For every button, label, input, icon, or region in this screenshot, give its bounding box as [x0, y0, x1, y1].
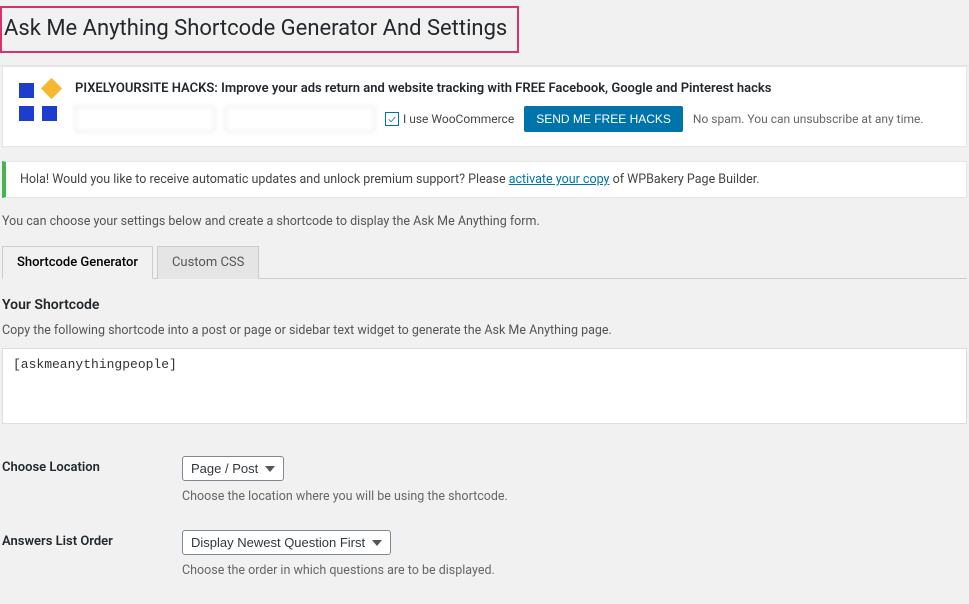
promo-name-input[interactable] — [75, 106, 215, 132]
tab-shortcode-generator[interactable]: Shortcode Generator — [2, 246, 153, 279]
checkbox-label: I use WooCommerce — [403, 112, 514, 126]
order-select[interactable]: Display Newest Question First — [182, 530, 391, 555]
pixelyoursite-logo-icon — [19, 83, 57, 121]
order-label: Answers List Order — [2, 530, 182, 549]
shortcode-textarea[interactable]: [askmeanythingpeople] — [2, 348, 967, 424]
promo-email-input[interactable] — [225, 106, 375, 132]
intro-text: You can choose your settings below and c… — [2, 214, 967, 229]
checkbox-checked-icon: ✓ — [385, 112, 399, 126]
tab-custom-css[interactable]: Custom CSS — [157, 246, 259, 279]
send-hacks-button[interactable]: SEND ME FREE HACKS — [524, 106, 683, 132]
promo-banner: PIXELYOURSITE HACKS: Improve your ads re… — [2, 66, 967, 147]
location-label: Choose Location — [2, 456, 182, 475]
location-select[interactable]: Page / Post — [182, 456, 284, 481]
woocommerce-checkbox[interactable]: ✓ I use WooCommerce — [385, 112, 514, 126]
notice-text-prefix: Hola! Would you like to receive automati… — [20, 172, 509, 187]
location-desc: Choose the location where you will be us… — [182, 489, 967, 504]
promo-headline: PIXELYOURSITE HACKS: Improve your ads re… — [75, 81, 950, 96]
activation-notice: Hola! Would you like to receive automati… — [2, 161, 967, 198]
activate-link[interactable]: activate your copy — [509, 172, 610, 187]
order-desc: Choose the order in which questions are … — [182, 563, 967, 578]
promo-disclaimer: No spam. You can unsubscribe at any time… — [693, 112, 924, 126]
shortcode-section-title: Your Shortcode — [2, 297, 967, 313]
notice-text-suffix: of WPBakery Page Builder. — [609, 172, 759, 187]
shortcode-section-desc: Copy the following shortcode into a post… — [2, 323, 967, 338]
tab-bar: Shortcode Generator Custom CSS — [2, 245, 967, 279]
page-title: Ask Me Anything Shortcode Generator And … — [0, 6, 519, 53]
